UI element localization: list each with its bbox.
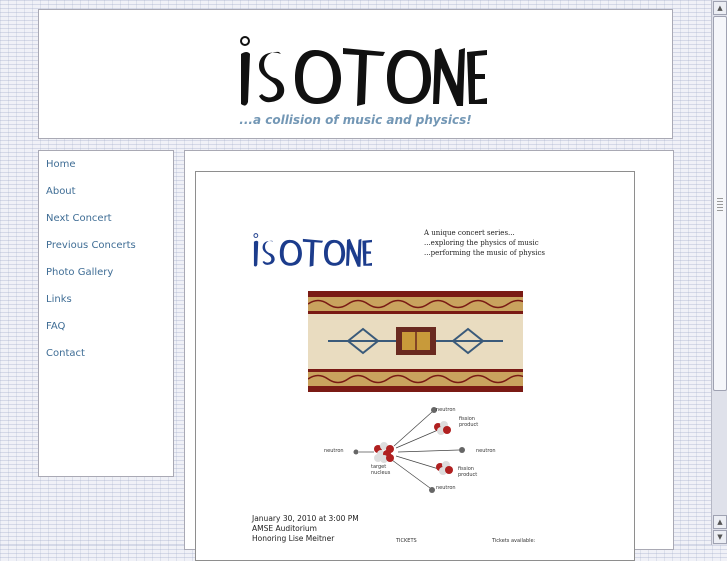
scrollbar-thumb[interactable] [713, 16, 727, 391]
sidebar-nav: Home About Next Concert Previous Concert… [38, 150, 174, 477]
event-honoree: Honoring Lise Meitner [252, 534, 335, 543]
nav-item-home[interactable]: Home [46, 159, 76, 170]
poster-blurb-line-1: A unique concert series... [424, 229, 515, 237]
main-content: A unique concert series... ...exploring … [184, 150, 674, 561]
event-venue: AMSE Auditorium [252, 524, 317, 533]
arrow-up-icon: ▲ [717, 4, 723, 12]
nav-item-about[interactable]: About [46, 186, 76, 197]
site-tagline: ...a collision of music and physics! [239, 113, 472, 127]
concert-poster: A unique concert series... ...exploring … [195, 171, 635, 561]
nav-item-previous-concerts[interactable]: Previous Concerts [46, 240, 136, 251]
nav-item-faq[interactable]: FAQ [46, 321, 65, 332]
scroll-up-button[interactable]: ▲ [713, 1, 727, 15]
nav-item-links[interactable]: Links [46, 294, 72, 305]
label-neutron-bottom: neutron [436, 485, 456, 491]
arrow-down-icon: ▼ [717, 533, 723, 541]
grip-line [717, 204, 723, 205]
tickets-available: Tickets available: [492, 538, 536, 544]
label-neutron-top: neutron [436, 407, 456, 413]
label-fission-top: fission product [459, 416, 479, 428]
nav-item-next-concert[interactable]: Next Concert [46, 213, 112, 224]
isotone-logo[interactable] [237, 24, 487, 110]
poster-blurb-line-2: ...exploring the physics of music [424, 239, 539, 247]
site-header: ...a collision of music and physics! [38, 9, 673, 139]
scroll-up-lower-button[interactable]: ▲ [713, 515, 727, 529]
scroll-down-button[interactable]: ▼ [713, 530, 727, 544]
label-fission-bottom: fission product [458, 466, 478, 478]
nav-item-contact[interactable]: Contact [46, 348, 85, 359]
poster-isotone-logo [253, 233, 372, 267]
poster-blurb-line-3: ...performing the music of physics [424, 249, 546, 257]
label-neutron-right: neutron [476, 448, 496, 454]
grip-line [717, 207, 723, 208]
tapestry-image [308, 291, 523, 392]
event-date: January 30, 2010 at 3:00 PM [252, 514, 359, 523]
label-target-nucleus: target nucleus [371, 464, 391, 476]
label-neutron-in: neutron [324, 448, 344, 454]
tickets-label: TICKETS [396, 538, 417, 544]
nav-item-photo-gallery[interactable]: Photo Gallery [46, 267, 113, 278]
arrow-up-icon: ▲ [717, 518, 723, 526]
grip-line [717, 198, 723, 199]
vertical-scrollbar[interactable]: ▲ ▲ ▼ [711, 0, 727, 545]
grip-line [717, 210, 723, 211]
grip-line [717, 201, 723, 202]
